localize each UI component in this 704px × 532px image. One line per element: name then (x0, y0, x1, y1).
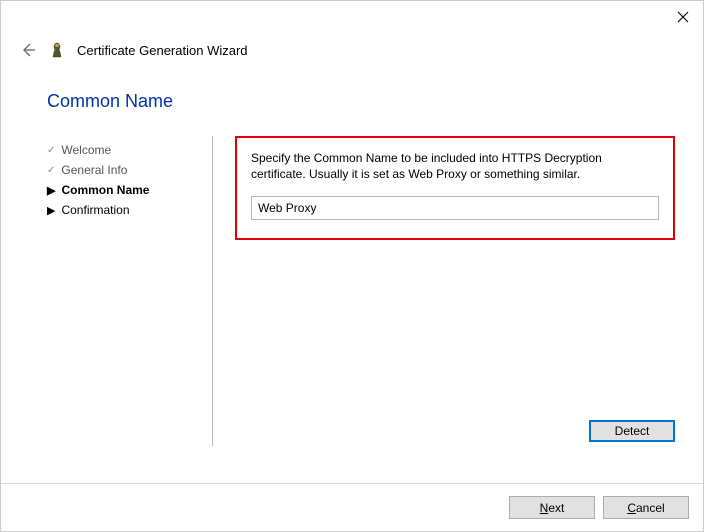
page-heading: Common Name (47, 91, 703, 112)
main-panel: Specify the Common Name to be included i… (235, 136, 703, 446)
common-name-input[interactable] (251, 196, 659, 220)
arrow-icon: ▶ (47, 184, 55, 197)
instruction-text: Specify the Common Name to be included i… (251, 150, 659, 182)
arrow-icon: ▶ (47, 204, 55, 217)
step-label: General Info (61, 163, 127, 177)
step-confirmation: ▶ Confirmation (47, 200, 212, 220)
step-label: Welcome (61, 143, 111, 157)
step-general-info: ✓ General Info (47, 160, 212, 180)
back-arrow-icon[interactable] (19, 41, 37, 59)
wizard-title: Certificate Generation Wizard (77, 43, 248, 58)
highlight-box: Specify the Common Name to be included i… (235, 136, 675, 240)
cancel-button[interactable]: Cancel (603, 496, 689, 519)
check-icon: ✓ (47, 165, 55, 176)
step-welcome: ✓ Welcome (47, 140, 212, 160)
check-icon: ✓ (47, 145, 55, 156)
wizard-header: Certificate Generation Wizard (1, 33, 703, 73)
app-icon (49, 42, 65, 58)
detect-button[interactable]: Detect (589, 420, 675, 442)
step-common-name: ▶ Common Name (47, 180, 212, 200)
steps-sidebar: ✓ Welcome ✓ General Info ▶ Common Name ▶… (47, 136, 212, 446)
vertical-divider (212, 136, 213, 446)
footer-bar: Next Cancel (1, 483, 703, 531)
step-label: Common Name (61, 183, 149, 197)
step-label: Confirmation (61, 203, 129, 217)
close-icon[interactable] (677, 11, 689, 23)
next-button[interactable]: Next (509, 496, 595, 519)
